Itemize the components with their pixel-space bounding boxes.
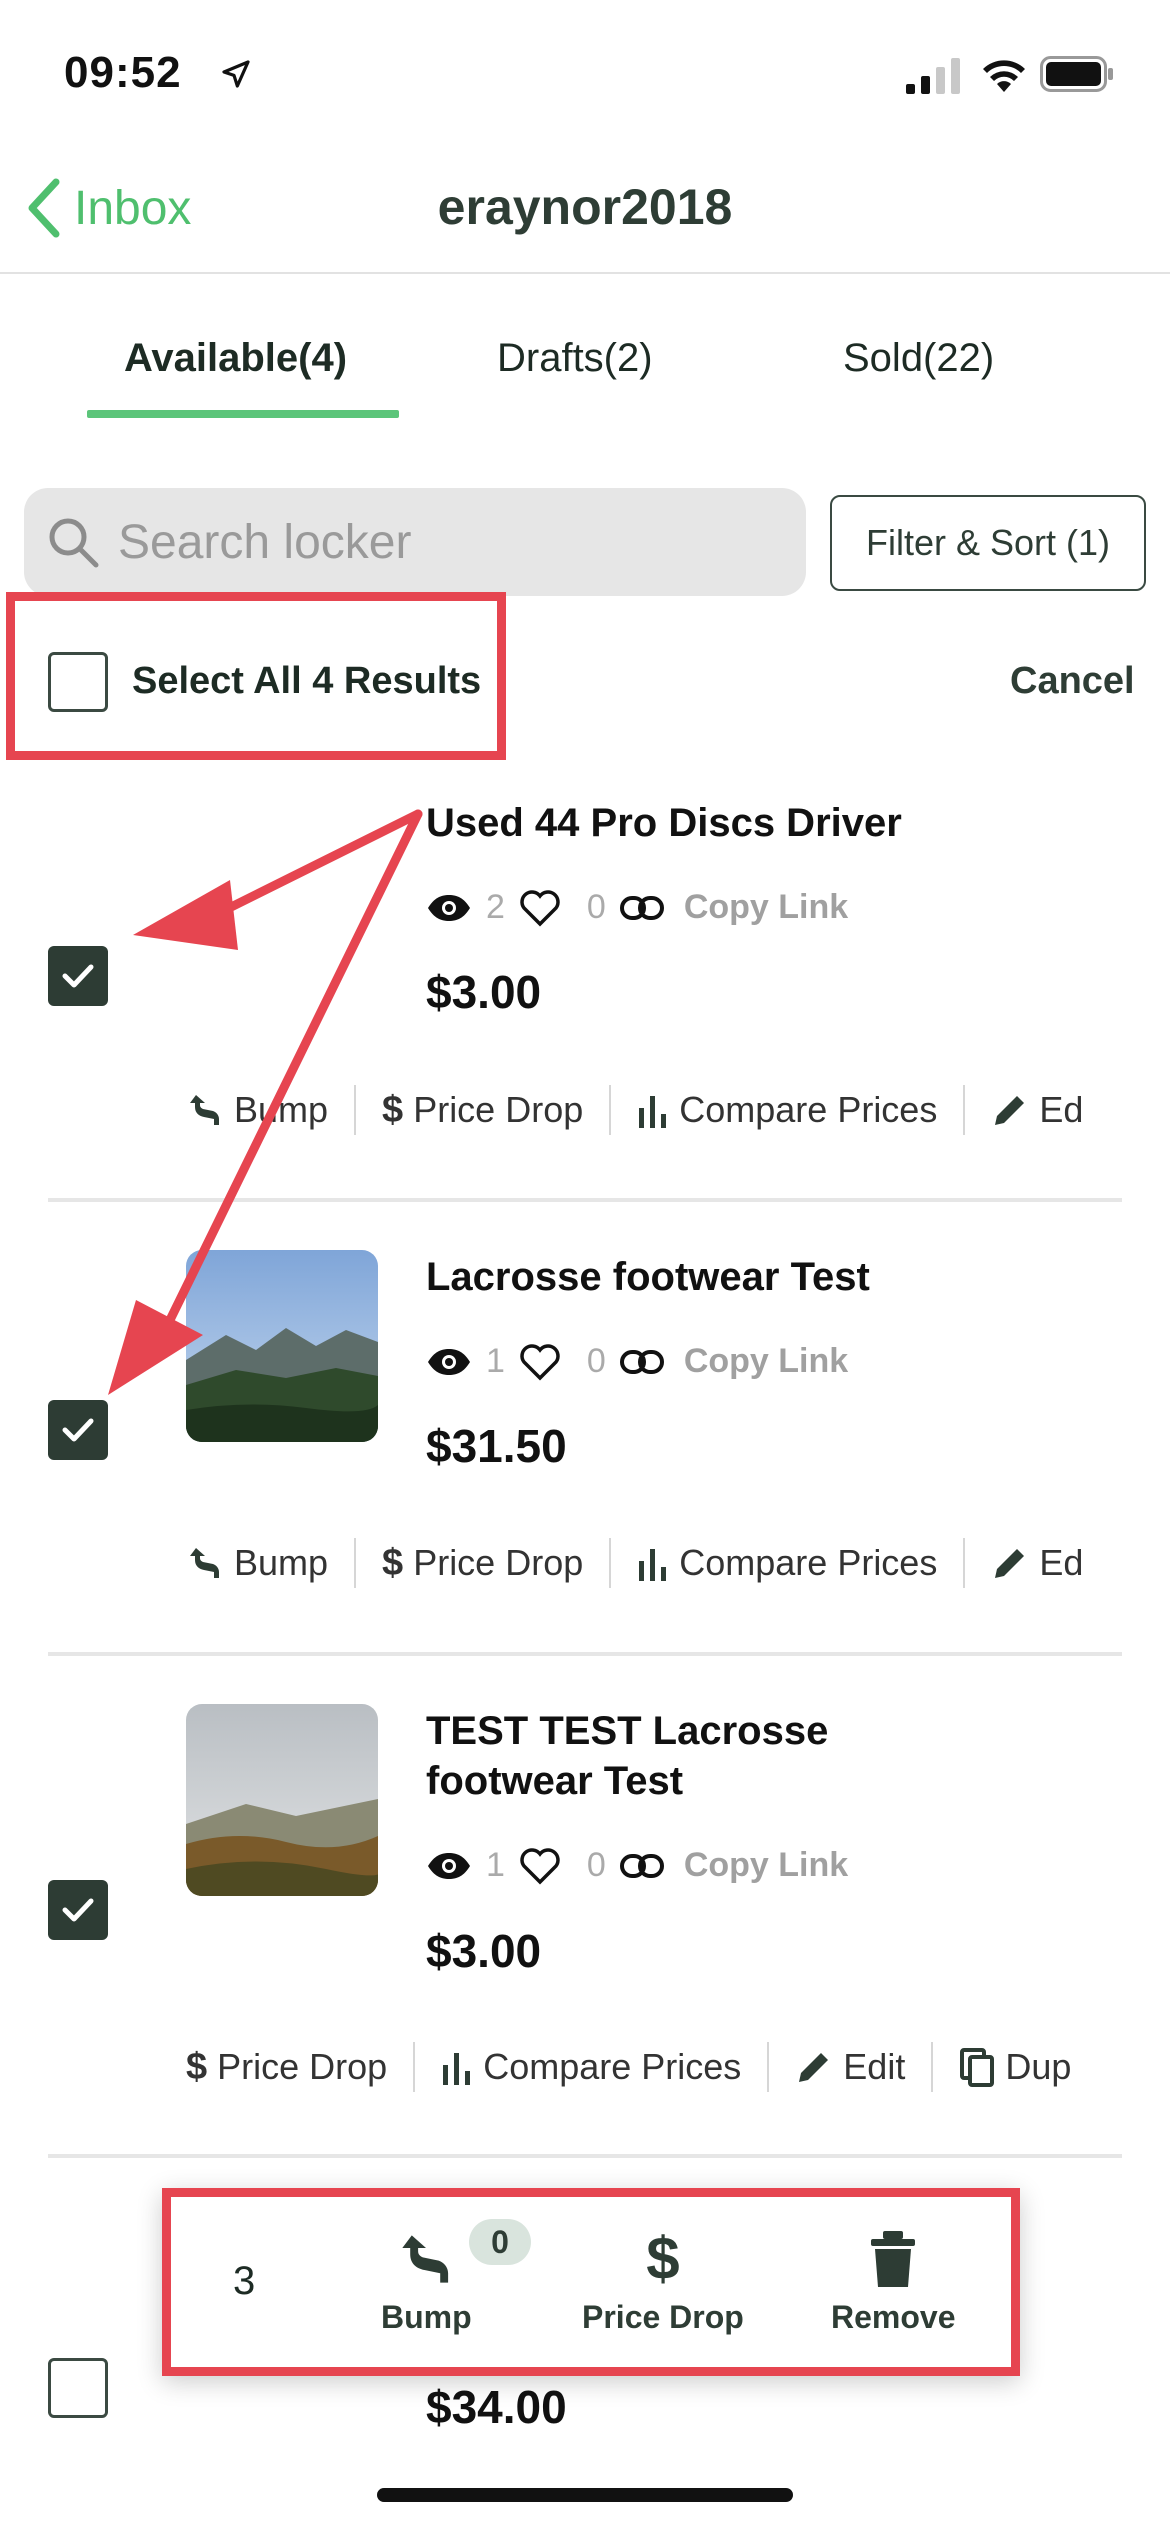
- annotation-arrow-line-2: [165, 809, 423, 1325]
- annotation-arrow-line-1: [200, 809, 423, 925]
- annotation-arrowhead-1: [133, 880, 238, 950]
- annotation-arrows: [108, 809, 423, 1395]
- home-indicator: [377, 2488, 793, 2502]
- annotation-arrowhead-2: [108, 1300, 203, 1395]
